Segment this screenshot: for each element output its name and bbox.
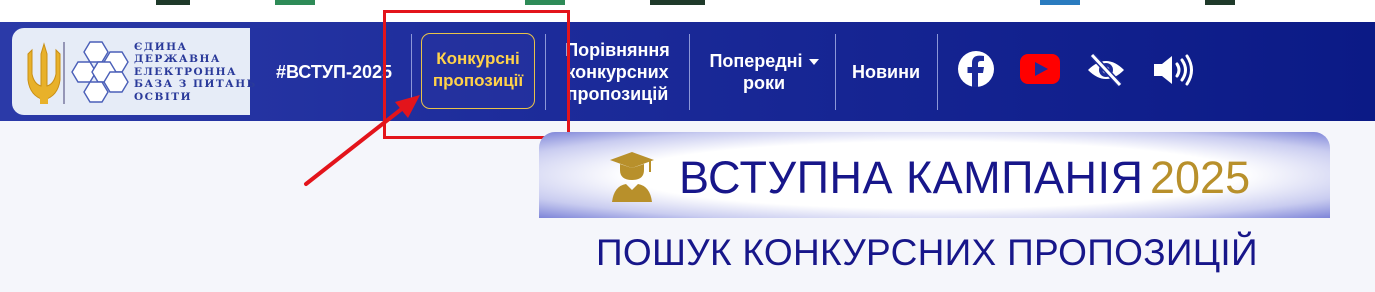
cropped-text-fragment bbox=[525, 0, 565, 5]
cropped-text-fragment bbox=[156, 0, 190, 5]
main-navbar: ЄДИНА ДЕРЖАВНА ЕЛЕКТРОННА БАЗА З ПИТАНЬ … bbox=[0, 22, 1375, 121]
logo-text: ЄДИНА ДЕРЖАВНА ЕЛЕКТРОННА БАЗА З ПИТАНЬ … bbox=[134, 41, 257, 103]
top-strip bbox=[0, 0, 1375, 22]
logo-line: БАЗА З ПИТАНЬ bbox=[134, 78, 257, 91]
nav-hashtag-link[interactable]: #ВСТУП-2025 bbox=[268, 61, 400, 83]
graduate-icon bbox=[610, 152, 654, 202]
nav-divider bbox=[689, 34, 690, 110]
cropped-text-fragment bbox=[275, 0, 315, 5]
nav-divider bbox=[835, 34, 836, 110]
nav-previous-label: роки bbox=[742, 73, 786, 93]
logo-line: ДЕРЖАВНА bbox=[134, 53, 221, 66]
logo-line: ЄДИНА bbox=[134, 41, 188, 53]
honeycomb-icon bbox=[71, 41, 129, 103]
banner-year: 2025 bbox=[1150, 152, 1251, 203]
nav-compare-line: Порівняння bbox=[565, 40, 670, 60]
site-logo[interactable]: ЄДИНА ДЕРЖАВНА ЕЛЕКТРОННА БАЗА З ПИТАНЬ … bbox=[12, 28, 257, 115]
volume-icon[interactable] bbox=[1152, 52, 1196, 88]
nav-compare-line: конкурсних bbox=[566, 62, 669, 82]
annotation-arrow bbox=[304, 95, 420, 186]
facebook-icon[interactable] bbox=[957, 50, 995, 88]
chevron-down-icon bbox=[808, 59, 819, 66]
banner-title: ВСТУПНА КАМПАНІЯ bbox=[679, 152, 1144, 203]
nav-previous-years-dropdown[interactable]: Попередні роки bbox=[695, 50, 833, 94]
youtube-icon[interactable] bbox=[1020, 54, 1060, 84]
nav-news-link[interactable]: Новини bbox=[843, 61, 929, 83]
trident-icon bbox=[27, 42, 65, 104]
nav-divider bbox=[937, 34, 938, 110]
cropped-text-fragment bbox=[650, 0, 705, 5]
nav-compare-line: пропозицій bbox=[566, 84, 669, 104]
eye-slash-icon[interactable] bbox=[1084, 52, 1128, 88]
cropped-text-fragment bbox=[1040, 0, 1080, 5]
logo-line: ОСВІТИ bbox=[134, 90, 193, 103]
cropped-text-fragment bbox=[1205, 0, 1235, 5]
nav-previous-label: Попередні bbox=[709, 51, 803, 71]
logo-line: ЕЛЕКТРОННА bbox=[134, 65, 238, 78]
page-title: ПОШУК КОНКУРСНИХ ПРОПОЗИЦІЙ bbox=[596, 232, 1258, 273]
nav-tab-compare[interactable]: Порівняння конкурсних пропозицій bbox=[555, 39, 680, 105]
